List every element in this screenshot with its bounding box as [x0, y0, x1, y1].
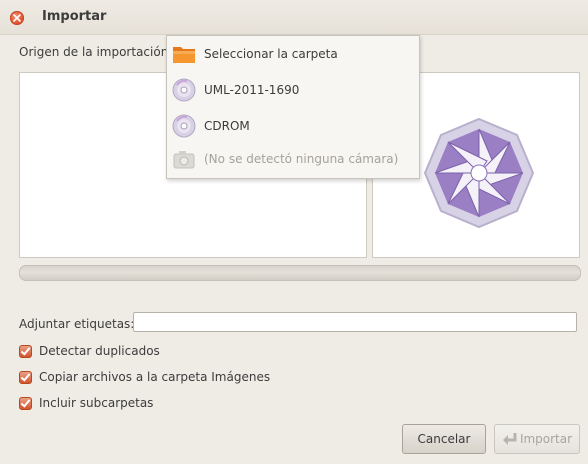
menu-item-label: CDROM: [204, 119, 250, 133]
detect-duplicates-checkbox[interactable]: Detectar duplicados: [19, 343, 160, 359]
option-label: Copiar archivos a la carpeta Imágenes: [39, 370, 271, 384]
checkbox-checked-icon[interactable]: [19, 344, 32, 358]
import-button-label: Importar: [519, 432, 573, 446]
tags-label: Adjuntar etiquetas:: [19, 317, 135, 331]
menu-item-uml-disc[interactable]: UML-2011-1690: [171, 75, 415, 105]
progress-bar: [19, 265, 581, 281]
import-button[interactable]: Importar: [494, 424, 580, 454]
checkbox-checked-icon[interactable]: [19, 370, 32, 384]
shotwell-logo-icon: [423, 117, 535, 229]
menu-item-label: (No se detectó ninguna cámara): [204, 152, 399, 166]
menu-item-no-camera: (No se detectó ninguna cámara): [171, 144, 415, 174]
camera-icon: [171, 146, 197, 172]
menu-item-select-folder[interactable]: Seleccionar la carpeta: [171, 39, 415, 69]
title-bar: Importar: [0, 0, 588, 35]
menu-item-label: UML-2011-1690: [204, 83, 300, 97]
source-dropdown-menu: Seleccionar la carpeta UML-2011-1690 CDR…: [166, 35, 420, 179]
menu-item-cdrom[interactable]: CDROM: [171, 111, 415, 141]
option-label: Incluir subcarpetas: [39, 396, 154, 410]
disc-icon: [171, 113, 197, 139]
copy-to-pictures-checkbox[interactable]: Copiar archivos a la carpeta Imágenes: [19, 369, 270, 385]
folder-icon: [171, 41, 197, 67]
option-label: Detectar duplicados: [39, 344, 160, 358]
include-subfolders-checkbox[interactable]: Incluir subcarpetas: [19, 395, 153, 411]
cancel-button[interactable]: Cancelar: [402, 424, 486, 454]
tags-input[interactable]: [133, 312, 577, 332]
window-title: Importar: [42, 9, 107, 24]
import-arrow-icon: [502, 433, 517, 445]
close-icon[interactable]: [10, 11, 24, 25]
disc-icon: [171, 77, 197, 103]
source-label: Origen de la importación:: [19, 45, 173, 59]
checkbox-checked-icon[interactable]: [19, 396, 32, 410]
menu-item-label: Seleccionar la carpeta: [204, 47, 338, 61]
